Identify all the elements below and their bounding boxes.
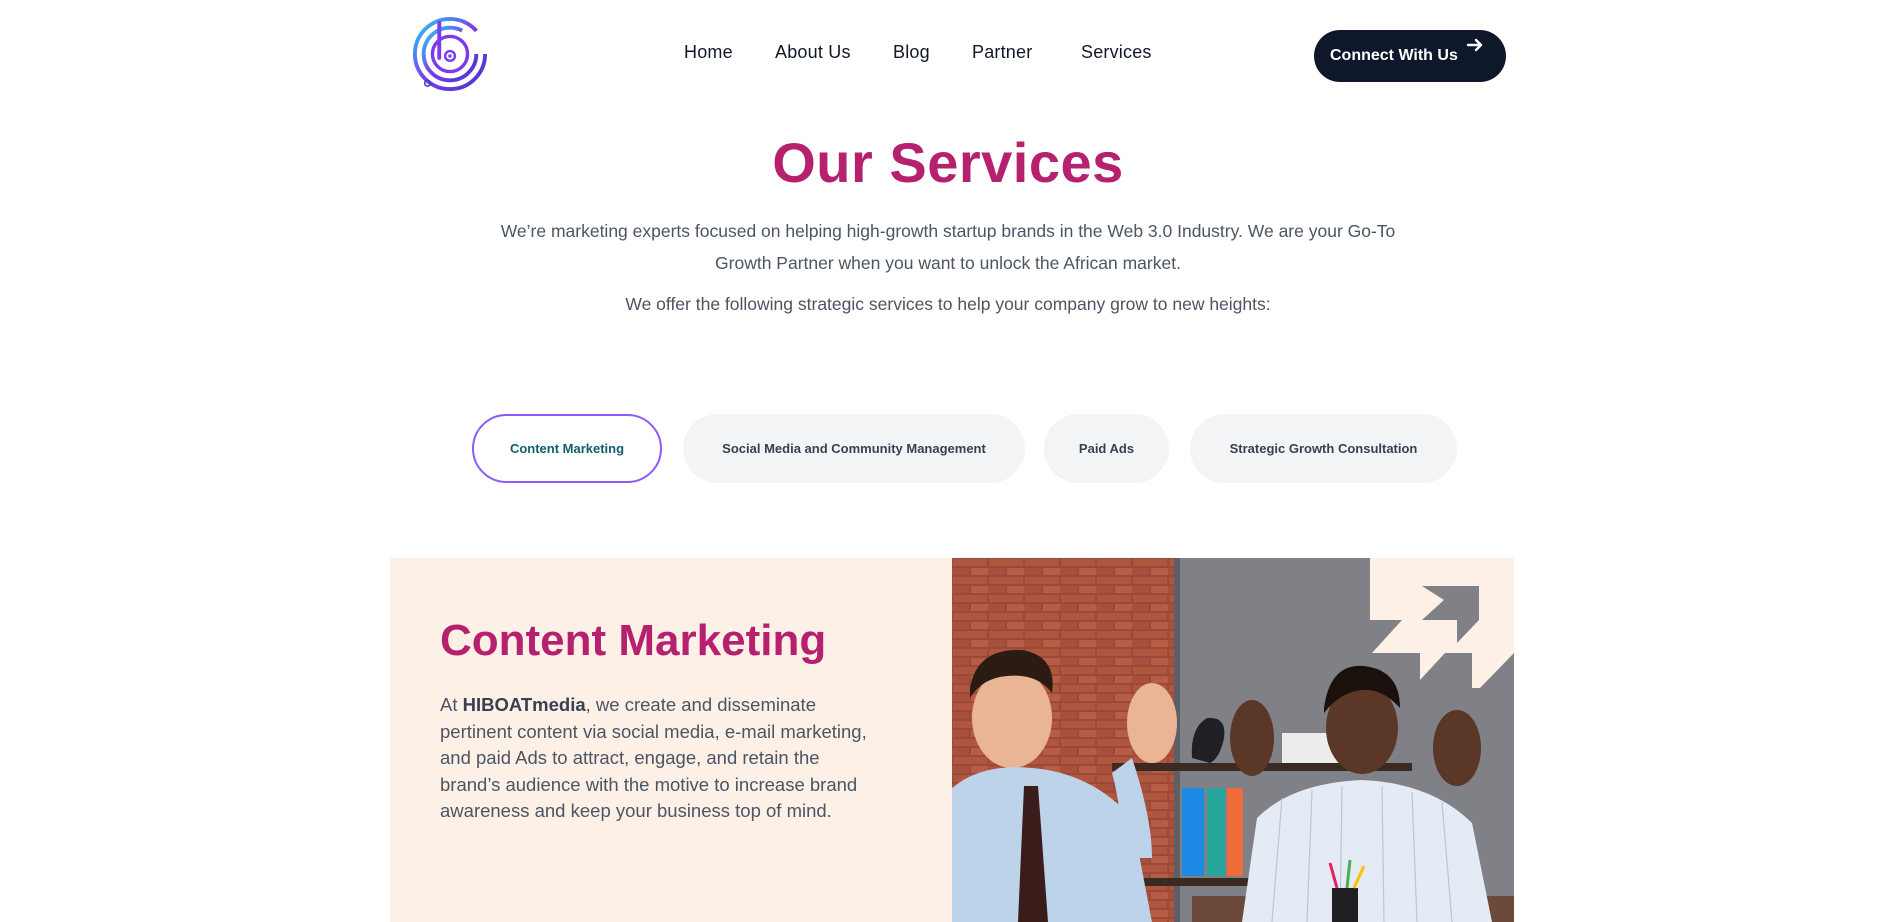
description-prefix: At bbox=[440, 694, 463, 715]
connect-with-us-button[interactable]: Connect With Us bbox=[1314, 30, 1506, 82]
intro-text: We’re marketing experts focused on helpi… bbox=[500, 221, 1396, 273]
nav-home[interactable]: Home bbox=[684, 42, 733, 63]
connect-with-us-label: Connect With Us bbox=[1330, 47, 1458, 64]
tab-strategic-growth[interactable]: Strategic Growth Consultation bbox=[1190, 414, 1457, 483]
tab-label: Paid Ads bbox=[1078, 441, 1135, 456]
tab-social-media[interactable]: Social Media and Community Management bbox=[683, 414, 1025, 483]
tab-label: Social Media and Community Management bbox=[722, 441, 986, 456]
site-header: Home About Us Blog Partner Services Conn… bbox=[0, 0, 1896, 110]
nav-about-us[interactable]: About Us bbox=[775, 42, 851, 63]
tab-content-marketing[interactable]: Content Marketing bbox=[472, 414, 662, 483]
service-title: Content Marketing bbox=[440, 616, 827, 665]
page-title: Our Services bbox=[772, 131, 1124, 194]
two-men-celebrating-photo bbox=[952, 558, 1514, 922]
tab-paid-ads[interactable]: Paid Ads bbox=[1044, 414, 1169, 483]
nav-services[interactable]: Services bbox=[1081, 42, 1152, 63]
brand-name: HIBOATmedia bbox=[462, 694, 586, 715]
arrow-right-icon bbox=[1466, 38, 1483, 52]
intro-subtext: We offer the following strategic service… bbox=[625, 294, 1271, 314]
service-illustration bbox=[952, 558, 1514, 922]
nav-partner[interactable]: Partner bbox=[972, 42, 1032, 63]
nav-blog[interactable]: Blog bbox=[893, 42, 930, 63]
service-panel: Content Marketing At HIBOATmedia, we cre… bbox=[390, 558, 952, 922]
service-description: At HIBOATmedia, we create and disseminat… bbox=[440, 692, 880, 825]
tab-label: Content Marketing bbox=[509, 441, 625, 456]
tab-label: Strategic Growth Consultation bbox=[1229, 441, 1418, 456]
main-nav: Home About Us Blog Partner Services bbox=[0, 42, 1896, 68]
